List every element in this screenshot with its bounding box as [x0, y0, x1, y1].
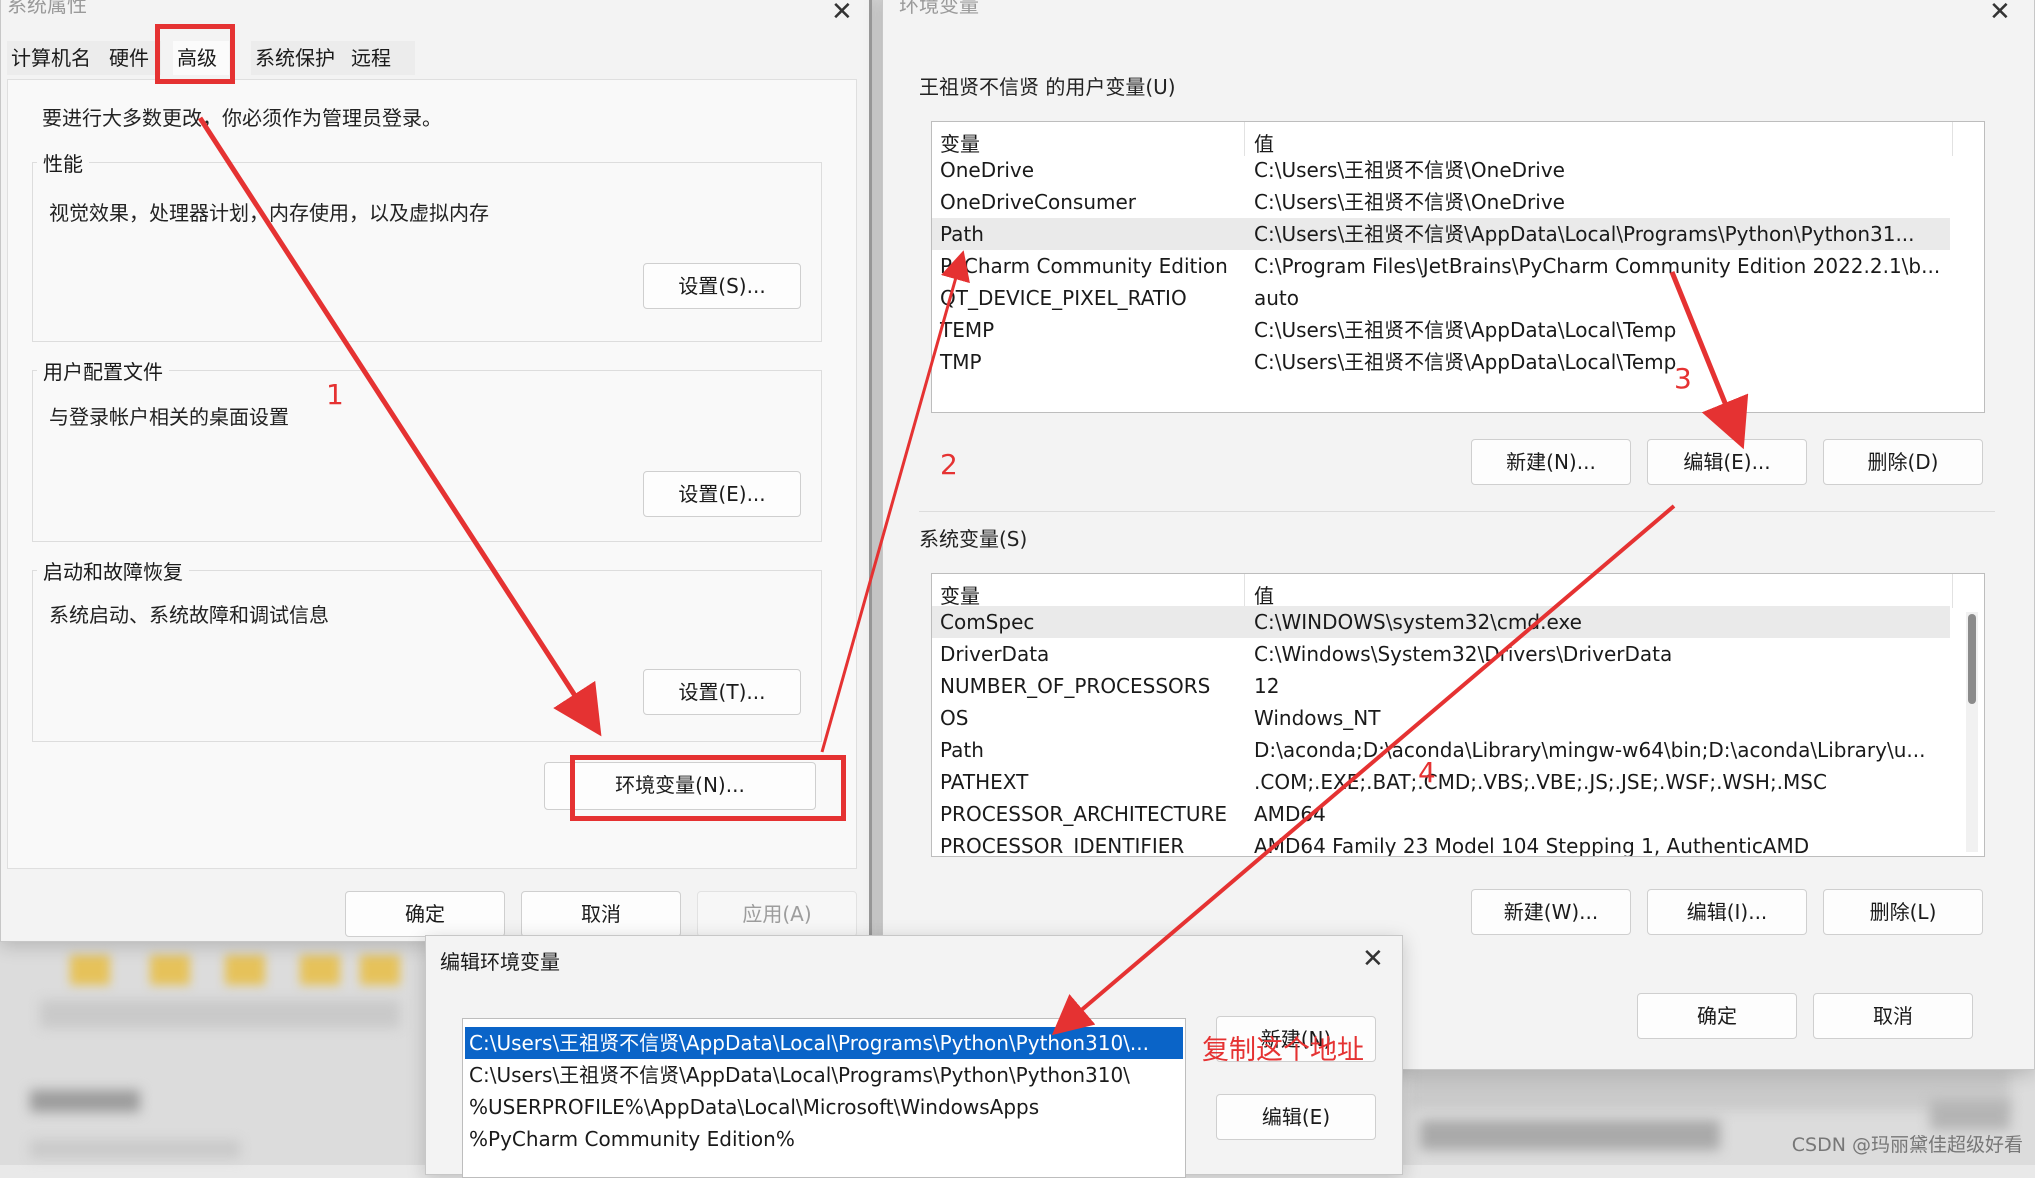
arrow-step-1 [197, 116, 602, 737]
step-3-label: 3 [1674, 362, 1692, 395]
watermark: CSDN @玛丽黛佳超级好看 [1791, 1134, 2023, 1156]
arrow-step-2 [820, 250, 970, 753]
step-4-label: 4 [1418, 756, 1436, 789]
arrow-step-3 [1669, 271, 1749, 450]
step-2-label: 2 [940, 448, 958, 481]
arrow-step-4 [1051, 504, 1676, 1036]
copy-address-note: 复制这个地址 [1202, 1035, 1364, 1066]
annotation-arrows [197, 116, 1749, 1036]
step-1-label: 1 [326, 378, 344, 411]
